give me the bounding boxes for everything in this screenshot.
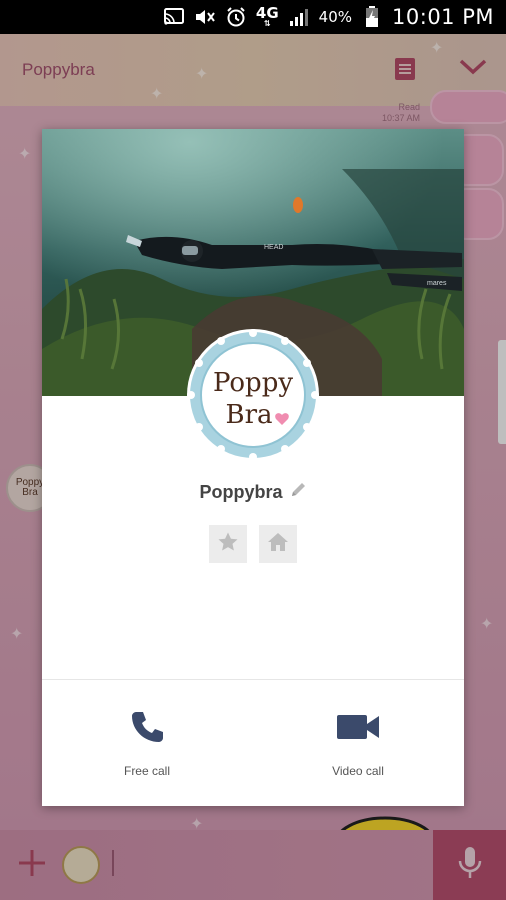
profile-card: HEAD mares Poppy Bra Poppybra Free call … xyxy=(42,129,464,806)
star-icon xyxy=(217,531,239,558)
video-camera-icon xyxy=(335,709,381,750)
alarm-icon xyxy=(225,6,247,28)
profile-name: Poppybra xyxy=(199,482,283,502)
mute-icon xyxy=(194,6,216,28)
signal-icon xyxy=(288,6,310,28)
home-icon xyxy=(266,531,290,558)
cast-icon xyxy=(163,6,185,28)
clock: 10:01 PM xyxy=(392,5,494,29)
video-call-label: Video call xyxy=(332,764,384,778)
logo-text-line1: Poppy xyxy=(213,368,293,398)
profile-avatar[interactable]: Poppy Bra xyxy=(187,329,319,461)
network-type: 4G ⇅ xyxy=(255,4,279,28)
profile-name-row: Poppybra xyxy=(42,481,464,504)
free-call-button[interactable]: Free call xyxy=(67,709,227,778)
pencil-icon[interactable] xyxy=(289,481,307,504)
home-button[interactable] xyxy=(259,525,297,563)
profile-actions xyxy=(209,525,297,563)
svg-text:mares: mares xyxy=(427,280,447,287)
logo-text-line2: Bra xyxy=(225,400,272,430)
battery-percent: 40% xyxy=(318,8,353,26)
divider xyxy=(42,679,464,680)
battery-charging-icon xyxy=(361,6,383,28)
favorite-button[interactable] xyxy=(209,525,247,563)
free-call-label: Free call xyxy=(123,764,170,778)
video-call-button[interactable]: Video call xyxy=(278,709,438,778)
status-bar: 4G ⇅ 40% 10:01 PM xyxy=(0,0,506,34)
svg-text:HEAD: HEAD xyxy=(264,244,283,251)
phone-icon xyxy=(129,709,165,750)
